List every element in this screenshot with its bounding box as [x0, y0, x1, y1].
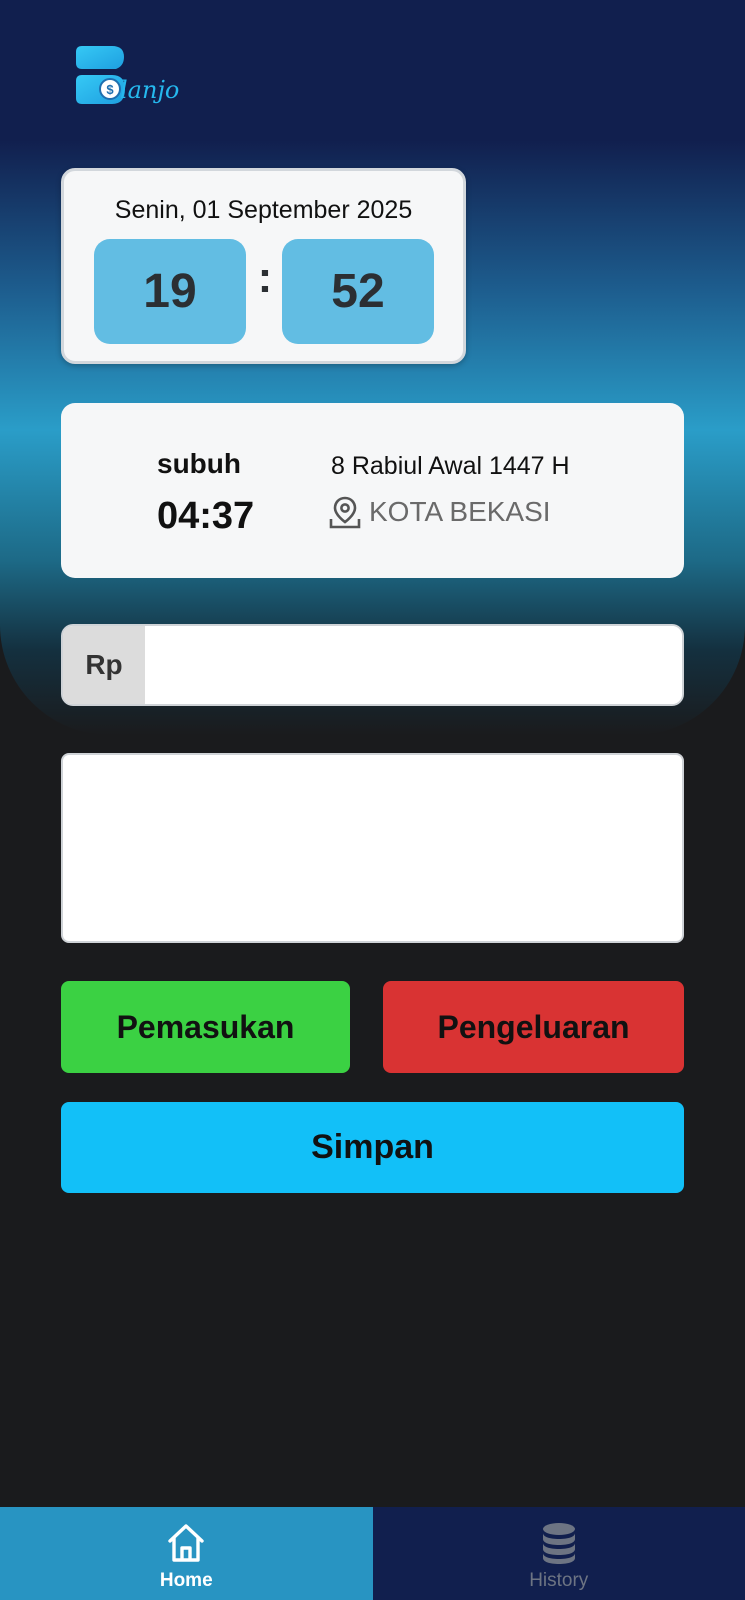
database-icon	[542, 1523, 575, 1564]
home-icon	[168, 1524, 204, 1562]
amount-field: Rp	[61, 624, 684, 706]
expense-button[interactable]: Pengeluaran	[383, 981, 684, 1073]
current-date: Senin, 01 September 2025	[114, 196, 413, 224]
map-pin-icon	[329, 496, 361, 529]
currency-prefix: Rp	[63, 626, 145, 704]
prayer-time-card: subuh 04:37 8 Rabiul Awal 1447 H KOTA BE…	[61, 403, 684, 578]
svg-text:$: $	[106, 82, 114, 97]
amount-input[interactable]	[145, 626, 682, 704]
nav-home[interactable]: Home	[0, 1507, 373, 1600]
logo-text: lanjo	[120, 76, 180, 104]
nav-history[interactable]: History	[372, 1507, 745, 1600]
nav-history-label: History	[529, 1570, 589, 1591]
location: KOTA BEKASI	[329, 495, 551, 529]
nav-home-label: Home	[159, 1570, 213, 1591]
clock-card: Senin, 01 September 2025 19 : 52	[61, 168, 466, 364]
clock-hour: 19	[94, 239, 246, 344]
location-text: KOTA BEKASI	[369, 496, 551, 527]
prayer-name: subuh	[157, 448, 241, 479]
hijri-date: 8 Rabiul Awal 1447 H	[331, 452, 570, 480]
bottom-navigation: Home History	[0, 1507, 745, 1600]
app-logo: $ lanjo	[76, 46, 196, 122]
clock-separator: :	[257, 253, 273, 302]
note-input[interactable]	[61, 753, 684, 943]
save-button[interactable]: Simpan	[61, 1102, 684, 1193]
clock-minute: 52	[282, 239, 434, 344]
prayer-time: 04:37	[157, 495, 255, 537]
income-button[interactable]: Pemasukan	[61, 981, 350, 1073]
